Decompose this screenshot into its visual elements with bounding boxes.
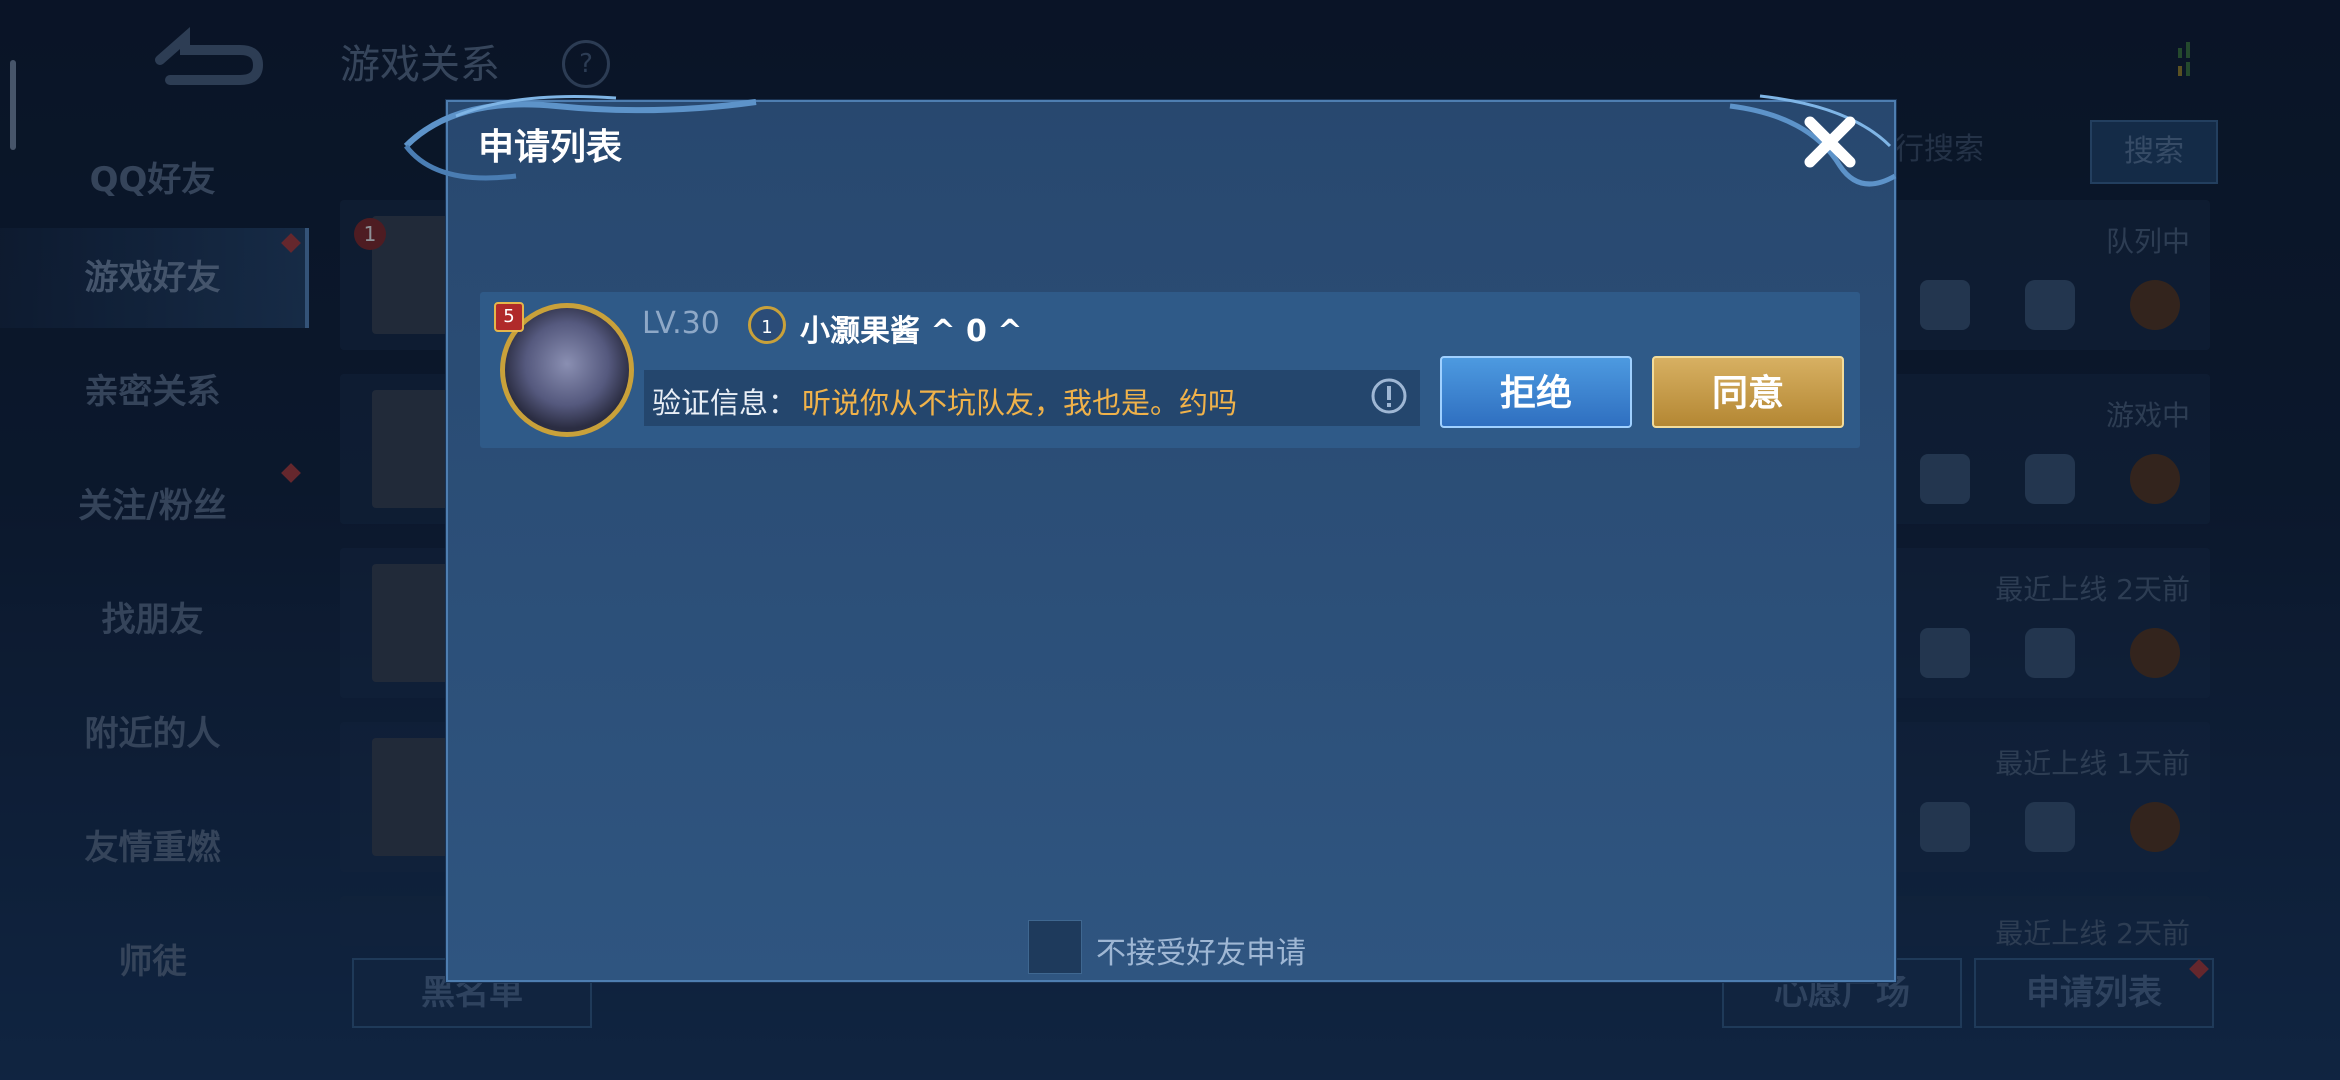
dialog-title: 申请列表 xyxy=(478,127,623,168)
verify-label: 验证信息： xyxy=(652,386,798,420)
close-icon[interactable] xyxy=(1800,112,1860,172)
player-name: 小灏果酱 ^ 0 ^ xyxy=(800,314,1023,349)
apply-list-dialog xyxy=(446,100,1896,982)
verify-message: 听说你从不坑队友，我也是。约吗 xyxy=(802,386,1238,420)
reject-button[interactable]: 拒绝 xyxy=(1440,356,1632,428)
avatar-badge: 5 xyxy=(494,302,524,332)
report-icon[interactable] xyxy=(1370,377,1408,415)
rank-icon: 1 xyxy=(748,306,786,344)
checkbox-label: 不接受好友申请 xyxy=(1096,936,1306,971)
player-level: LV.30 xyxy=(642,306,720,341)
reject-all-checkbox[interactable] xyxy=(1028,920,1082,974)
accept-button[interactable]: 同意 xyxy=(1652,356,1844,428)
